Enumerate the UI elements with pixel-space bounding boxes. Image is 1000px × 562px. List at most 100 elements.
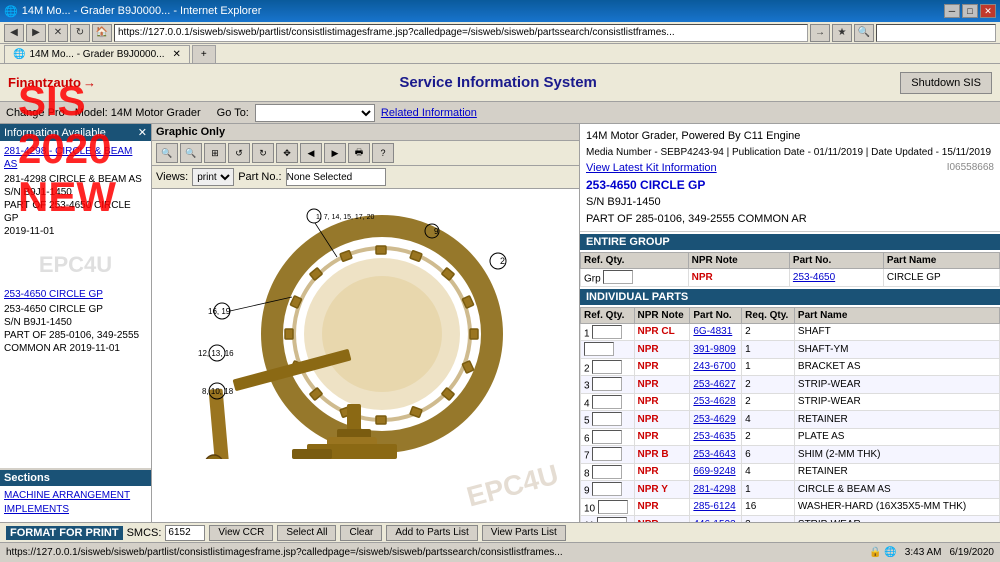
info-link-0[interactable]: 281-4298 - CIRCLE & BEAM AS <box>4 145 147 171</box>
tab-close-icon[interactable]: ✕ <box>173 49 181 60</box>
npr-link[interactable]: NPR <box>638 501 659 512</box>
shutdown-button[interactable]: Shutdown SIS <box>900 72 992 94</box>
go-button[interactable]: → <box>810 24 830 42</box>
part-qty-input[interactable] <box>592 412 622 426</box>
close-button[interactable]: ✕ <box>980 4 996 18</box>
col-ind-req: Req. Qty. <box>742 307 795 323</box>
home-button[interactable]: 🏠 <box>92 24 112 42</box>
status-icons: 🔒 🌐 <box>869 547 897 558</box>
part-qty-input[interactable] <box>592 325 622 339</box>
grp-npr[interactable]: NPR <box>692 272 713 283</box>
tab-active[interactable]: 🌐 14M Mo... - Grader B9J0000... ✕ <box>4 45 190 63</box>
part-qty-input[interactable] <box>592 465 622 479</box>
fit-icon[interactable]: ⊞ <box>204 143 226 163</box>
part-no-link[interactable]: 281-4298 <box>693 484 735 495</box>
stop-button[interactable]: ✕ <box>48 24 68 42</box>
npr-link[interactable]: NPR <box>638 396 659 407</box>
table-row: 7 NPR B 253-4643 6 SHIM (2-MM THK) <box>581 446 1000 464</box>
part-no-link[interactable]: 446-1523 <box>693 519 735 522</box>
part-no-link[interactable]: 253-4628 <box>693 396 735 407</box>
table-row: 3 NPR 253-4627 2 STRIP-WEAR <box>581 376 1000 394</box>
pan-icon[interactable]: ✥ <box>276 143 298 163</box>
refresh-button[interactable]: ↻ <box>70 24 90 42</box>
part-info-header: 14M Motor Grader, Powered By C11 Engine … <box>580 124 1000 232</box>
col-ind-ref: Ref. Qty. <box>581 307 635 323</box>
part-qty-input[interactable] <box>592 360 622 374</box>
rotate-right-icon[interactable]: ↻ <box>252 143 274 163</box>
sections-header: Sections <box>0 470 151 486</box>
npr-link[interactable]: NPR <box>638 361 659 372</box>
npr-link[interactable]: NPR CL <box>638 326 675 337</box>
part-qty-input[interactable] <box>592 482 622 496</box>
npr-link[interactable]: NPR <box>638 519 659 522</box>
change-pro-label: Change Pro <box>6 107 65 119</box>
partno-input[interactable] <box>286 168 386 186</box>
section-implements[interactable]: IMPLEMENTS <box>4 504 147 515</box>
rotate-left-icon[interactable]: ↺ <box>228 143 250 163</box>
print-icon[interactable]: 🖶 <box>348 143 370 163</box>
view-parts-list-button[interactable]: View Parts List <box>482 525 566 541</box>
npr-link[interactable]: NPR <box>638 344 659 355</box>
section-machine-arrangement[interactable]: MACHINE ARRANGEMENT <box>4 490 147 501</box>
help-icon[interactable]: ? <box>372 143 394 163</box>
grp-partno[interactable]: 253-4650 <box>793 272 835 283</box>
npr-link[interactable]: NPR <box>638 414 659 425</box>
address-bar[interactable] <box>114 24 808 42</box>
npr-link[interactable]: NPR <box>638 379 659 390</box>
part-qty-input[interactable] <box>597 517 627 522</box>
view-ccr-button[interactable]: View CCR <box>209 525 273 541</box>
part-qty-input[interactable] <box>598 500 628 514</box>
part-no-link[interactable]: 253-4629 <box>693 414 735 425</box>
col-ind-partno: Part No. <box>690 307 742 323</box>
part-qty-input[interactable] <box>592 377 622 391</box>
clear-button[interactable]: Clear <box>340 525 382 541</box>
part-qty-input[interactable] <box>592 447 622 461</box>
minimize-button[interactable]: ─ <box>944 4 960 18</box>
part-qty-input[interactable] <box>592 395 622 409</box>
graphic-area: 2 9 1, 7, 14, 15, 17, 20 16, 19 12, 13, … <box>152 189 579 522</box>
epc-watermark: EPC4U <box>463 458 561 513</box>
favorites-button[interactable]: ★ <box>832 24 852 42</box>
part-no-link[interactable]: 669-9248 <box>693 466 735 477</box>
part-no-link[interactable]: 285-6124 <box>693 501 735 512</box>
related-info-link[interactable]: Related Information <box>381 107 477 119</box>
zoom-out-icon[interactable]: 🔍 <box>180 143 202 163</box>
npr-link[interactable]: NPR Y <box>638 484 668 495</box>
maximize-button[interactable]: □ <box>962 4 978 18</box>
next-icon[interactable]: ▶ <box>324 143 346 163</box>
nav-row: Change Pro Model: 14M Motor Grader Go To… <box>0 102 1000 124</box>
part-no-link[interactable]: 253-4627 <box>693 379 735 390</box>
view-kit-link[interactable]: View Latest Kit Information <box>586 162 717 174</box>
prev-icon[interactable]: ◀ <box>300 143 322 163</box>
zoom-in-icon[interactable]: 🔍 <box>156 143 178 163</box>
views-row: Views: print Part No.: <box>152 166 579 189</box>
part-qty-input[interactable] <box>592 430 622 444</box>
part-no-link[interactable]: 253-4635 <box>693 431 735 442</box>
info-close-icon[interactable]: ✕ <box>138 126 147 139</box>
partno-label: Part No.: <box>238 171 281 183</box>
smcs-input[interactable] <box>165 525 205 541</box>
browser-icon: 🌐 <box>4 5 18 18</box>
col-partname: Part Name <box>883 253 999 269</box>
part-no-link[interactable]: 253-4643 <box>693 449 735 460</box>
add-to-parts-button[interactable]: Add to Parts List <box>386 525 477 541</box>
forward-button[interactable]: ▶ <box>26 24 46 42</box>
goto-select[interactable] <box>255 104 375 122</box>
search-button[interactable]: 🔍 <box>854 24 874 42</box>
part-qty-input[interactable] <box>584 342 614 356</box>
info-link-1[interactable]: 253-4650 CIRCLE GP <box>4 288 147 301</box>
select-all-button[interactable]: Select All <box>277 525 336 541</box>
back-button[interactable]: ◀ <box>4 24 24 42</box>
npr-link[interactable]: NPR <box>638 431 659 442</box>
window-controls: ─ □ ✕ <box>944 4 996 18</box>
views-select[interactable]: print <box>192 168 234 186</box>
part-no-link[interactable]: 6G-4831 <box>693 326 732 337</box>
grp-qty-input[interactable] <box>603 270 633 284</box>
part-no-link[interactable]: 391-9809 <box>693 344 735 355</box>
titlebar-title: 🌐 14M Mo... - Grader B9J0000... - Intern… <box>4 5 261 18</box>
tab-new[interactable]: + <box>192 45 216 63</box>
npr-link[interactable]: NPR <box>638 466 659 477</box>
npr-link[interactable]: NPR B <box>638 449 669 460</box>
part-no-link[interactable]: 243-6700 <box>693 361 735 372</box>
browser-search-input[interactable] <box>876 24 996 42</box>
